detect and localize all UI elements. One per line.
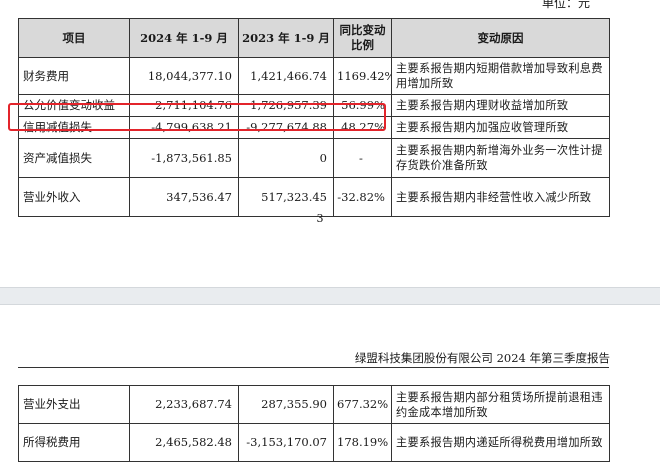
row-2024: 347,536.47: [129, 177, 239, 217]
row-change: 178.19%: [333, 423, 392, 462]
row-reason: 主要系报告期内新增海外业务一次性计提存货跌价准备所致: [391, 138, 610, 178]
row-reason: 主要系报告期内加强应收管理所致: [391, 116, 610, 139]
table-row: 营业外收入 347,536.47 517,323.45 -32.82% 主要系报…: [18, 177, 610, 217]
unit-label: 单位：元: [541, 0, 590, 10]
page-number: 3: [316, 212, 324, 225]
row-change: -: [333, 138, 392, 178]
row-item: 所得税费用: [18, 423, 130, 462]
row-item: 营业外收入: [18, 177, 130, 217]
header-2024: 2024 年 1-9 月: [129, 18, 239, 58]
row-reason: 主要系报告期内短期借款增加导致利息费用增加所致: [391, 57, 610, 95]
table-row: 财务费用 18,044,377.10 1,421,466.74 1169.42%…: [18, 57, 610, 95]
row-reason: 主要系报告期内递延所得税费用增加所致: [391, 423, 610, 462]
row-2023: -3,153,170.07: [238, 423, 334, 462]
row-2023: 0: [238, 138, 334, 178]
page-break-gap: [0, 287, 660, 305]
row-change: -32.82%: [333, 177, 392, 217]
header-change: 同比变动比例: [333, 18, 392, 58]
table-row: 资产减值损失 -1,873,561.85 0 - 主要系报告期内新增海外业务一次…: [18, 138, 610, 178]
header-item: 项目: [18, 18, 130, 58]
row-2023: 287,355.90: [238, 385, 334, 424]
report-header-title: 绿盟科技集团股份有限公司 2024 年第三季度报告: [354, 351, 610, 365]
row-2024: -1,873,561.85: [129, 138, 239, 178]
row-2023: 517,323.45: [238, 177, 334, 217]
table-header-row: 项目 2024 年 1-9 月 2023 年 1-9 月 同比变动比例 变动原因: [18, 18, 610, 58]
row-change: 1169.42%: [333, 57, 392, 95]
table-row: 营业外支出 2,233,687.74 287,355.90 677.32% 主要…: [18, 385, 610, 424]
header-reason: 变动原因: [391, 18, 610, 58]
row-2024: 2,233,687.74: [129, 385, 239, 424]
row-2024: 18,044,377.10: [129, 57, 239, 95]
change-table-continued: 营业外支出 2,233,687.74 287,355.90 677.32% 主要…: [18, 385, 610, 462]
row-change: 677.32%: [333, 385, 392, 424]
row-2024: 2,465,582.48: [129, 423, 239, 462]
header-2023: 2023 年 1-9 月: [238, 18, 334, 58]
highlight-box: [8, 103, 386, 131]
header-rule: [18, 367, 609, 368]
row-2023: 1,421,466.74: [238, 57, 334, 95]
row-item: 营业外支出: [18, 385, 130, 424]
table-row: 所得税费用 2,465,582.48 -3,153,170.07 178.19%…: [18, 423, 610, 462]
row-reason: 主要系报告期内非经营性收入减少所致: [391, 177, 610, 217]
row-item: 财务费用: [18, 57, 130, 95]
row-reason: 主要系报告期内部分租赁场所提前退租违约金成本增加所致: [391, 385, 610, 424]
row-item: 资产减值损失: [18, 138, 130, 178]
row-reason: 主要系报告期内理财收益增加所致: [391, 94, 610, 117]
